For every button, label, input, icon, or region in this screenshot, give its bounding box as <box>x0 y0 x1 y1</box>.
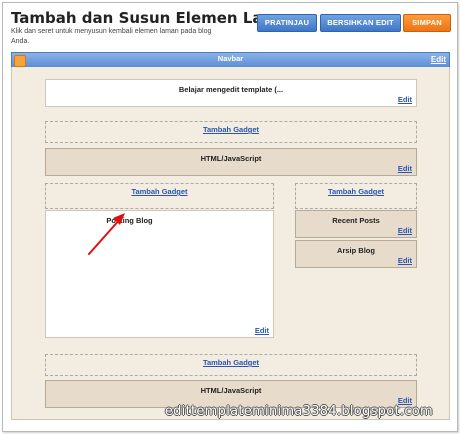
save-button[interactable]: SIMPAN <box>403 14 451 32</box>
recent-posts-gadget[interactable]: Recent Posts Edit <box>295 210 417 238</box>
layout-canvas: Belajar mengedit template (... Edit Tamb… <box>11 67 450 420</box>
top-html-gadget-title: HTML/JavaScript <box>200 154 262 163</box>
header-gadget[interactable]: Belajar mengedit template (... Edit <box>45 79 417 107</box>
recent-posts-edit-link[interactable]: Edit <box>398 226 412 235</box>
top-html-gadget[interactable]: HTML/JavaScript Edit <box>45 148 417 176</box>
recent-posts-title: Recent Posts <box>332 216 380 225</box>
main-add-gadget-area: Tambah Gadget <box>45 183 274 209</box>
footer-html-gadget-title: HTML/JavaScript <box>200 386 262 395</box>
page-subtitle: Klik dan seret untuk menyusun kembali el… <box>11 28 212 45</box>
top-html-gadget-edit-link[interactable]: Edit <box>398 164 412 173</box>
footer-add-gadget-link[interactable]: Tambah Gadget <box>46 358 416 367</box>
clear-edits-button[interactable]: BERSIHKAN EDIT <box>320 14 401 32</box>
blog-posts-edit-link[interactable]: Edit <box>255 326 269 335</box>
red-arrow-icon <box>88 213 125 255</box>
screenshot-frame: Tambah dan Susun Elemen Laman Klik dan s… <box>2 2 458 432</box>
top-add-gadget-link[interactable]: Tambah Gadget <box>46 125 416 134</box>
header-gadget-title: Belajar mengedit template (... <box>178 85 284 94</box>
main-add-gadget-link[interactable]: Tambah Gadget <box>46 187 273 196</box>
page-title: Tambah dan Susun Elemen Laman <box>11 9 299 27</box>
watermark-text: edittemplateminima3384.blogspot.com <box>164 404 433 419</box>
blog-posts-gadget[interactable]: Posting Blog Edit <box>45 210 274 338</box>
navbar-label: Navbar <box>217 54 244 63</box>
blog-archive-edit-link[interactable]: Edit <box>398 256 412 265</box>
preview-button[interactable]: PRATINJAU <box>257 14 317 32</box>
blog-archive-gadget[interactable]: Arsip Blog Edit <box>295 240 417 268</box>
header-gadget-edit-link[interactable]: Edit <box>398 95 412 104</box>
sidebar-add-gadget-area: Tambah Gadget <box>295 183 417 209</box>
sidebar-add-gadget-link[interactable]: Tambah Gadget <box>296 187 416 196</box>
footer-add-gadget-area: Tambah Gadget <box>45 354 417 376</box>
top-add-gadget-area: Tambah Gadget <box>45 121 417 143</box>
navbar-edit-link[interactable]: Edit <box>431 55 446 65</box>
blog-archive-title: Arsip Blog <box>337 246 375 255</box>
navbar-section: Navbar Edit <box>11 52 450 68</box>
